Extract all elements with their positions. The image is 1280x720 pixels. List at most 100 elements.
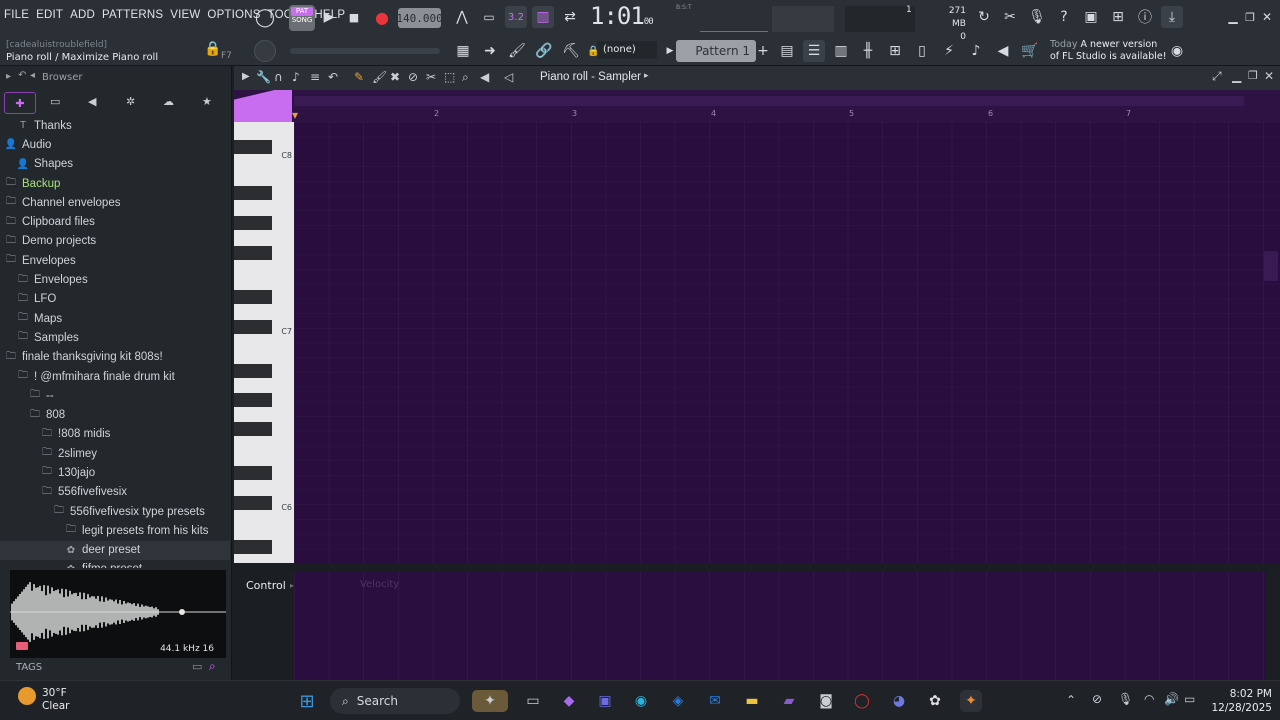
delete-tool-icon[interactable]: ✖	[390, 70, 400, 84]
browser-item[interactable]: 👤 Shapes	[0, 155, 230, 174]
menu-add[interactable]: ADD	[70, 9, 95, 21]
browser-item[interactable]: 🗀 Clipboard files	[0, 212, 230, 231]
info-icon[interactable]: ⓘ	[1134, 6, 1156, 28]
file-explorer-icon[interactable]: ▬	[741, 690, 763, 712]
plugin-picker-icon[interactable]: ╫	[857, 40, 879, 62]
channel-rack-icon[interactable]: ☰	[803, 40, 825, 62]
step-edit-icon[interactable]: 3.2	[505, 6, 527, 28]
stamp-icon[interactable]: ⛏	[560, 40, 582, 62]
browser-item[interactable]: ✿ fifme preset	[0, 560, 230, 568]
browser-item[interactable]: 🗀 ! @mfmihara finale drum kit	[0, 367, 230, 386]
browser-item[interactable]: 🗀 2slimey	[0, 444, 230, 463]
mail-icon[interactable]: ✉	[704, 690, 726, 712]
browser-plugins-tab[interactable]: ✲	[126, 95, 135, 108]
browser-item[interactable]: 🗀 Backup	[0, 174, 230, 193]
black-key[interactable]	[234, 290, 272, 304]
pr-note-icon[interactable]: ♪	[292, 70, 300, 84]
browser-item[interactable]: 🗀 Maps	[0, 309, 230, 328]
browser-item[interactable]: 🗀 130jajo	[0, 463, 230, 482]
mute-tool-icon[interactable]: ⊘	[408, 70, 418, 84]
discord-icon[interactable]: ◕	[888, 690, 910, 712]
weather-icon[interactable]	[18, 687, 36, 705]
add-pattern-icon[interactable]: +	[752, 40, 774, 62]
menu-file[interactable]: FILE	[4, 9, 29, 21]
mixer-icon[interactable]: ▥	[830, 40, 852, 62]
master-volume-knob[interactable]	[254, 40, 276, 62]
battery-icon[interactable]: ▭	[1184, 692, 1195, 706]
black-key[interactable]	[234, 466, 272, 480]
rewind-icon[interactable]: ◀	[992, 40, 1014, 62]
loop-record-icon[interactable]: ⇄	[559, 6, 581, 28]
tags-folder-icon[interactable]: ▭	[192, 660, 202, 673]
song-position[interactable]: 1:0100	[590, 2, 690, 34]
menu-patterns[interactable]: PATTERNS	[102, 9, 163, 21]
help-icon[interactable]: ?	[1053, 6, 1075, 28]
browser-item[interactable]: 🗀 Envelopes	[0, 270, 230, 289]
tempo-tapper-icon[interactable]: ♪	[965, 40, 987, 62]
black-key[interactable]	[234, 140, 272, 154]
metronome-icon[interactable]: ⋀	[451, 6, 473, 28]
clipchamp-icon[interactable]: ▰	[778, 690, 800, 712]
pattern-selector[interactable]: Pattern 1	[676, 40, 756, 62]
windows-start-icon[interactable]: ⊞	[296, 690, 318, 712]
browser-item[interactable]: 🗀 808	[0, 405, 230, 424]
pat-song-toggle[interactable]: PAT SONG	[289, 5, 315, 31]
browser-item[interactable]: 🗀 Channel envelopes	[0, 193, 230, 212]
browser-item[interactable]: 🗀 Demo projects	[0, 232, 230, 251]
note-grid[interactable]	[294, 122, 1280, 563]
velocity-lane[interactable]: Velocity	[294, 571, 1266, 680]
browser-favorites-tab[interactable]: ★	[202, 95, 212, 108]
master-pitch-slider[interactable]	[290, 48, 440, 54]
select-icon[interactable]: ⬚	[444, 70, 455, 84]
tempo-display[interactable]: 140.000	[396, 8, 443, 28]
playback-icon[interactable]: ◀	[480, 70, 489, 84]
copilot-widget-icon[interactable]: ✦	[472, 690, 508, 712]
fl-studio-icon[interactable]: ✦	[960, 690, 982, 712]
volume-icon[interactable]: 🔊	[1164, 692, 1179, 706]
chatgpt-icon[interactable]: ✿	[924, 690, 946, 712]
task-view-icon[interactable]: ▭	[522, 690, 544, 712]
browser-menu-icon[interactable]: ◂	[30, 70, 35, 81]
paint-icon[interactable]: 🖌	[372, 70, 387, 84]
control-label[interactable]: Control	[246, 579, 286, 592]
black-key[interactable]	[234, 320, 272, 334]
shop-icon[interactable]: 🛒	[1019, 40, 1041, 62]
browser-item[interactable]: 🗀 LFO	[0, 290, 230, 309]
menu-options[interactable]: OPTIONS	[207, 9, 260, 21]
browser-item[interactable]: 🗀 Samples	[0, 328, 230, 347]
piano-keyboard[interactable]: C8 C7 C6	[234, 122, 294, 563]
hint-knob-icon[interactable]: ◯	[254, 6, 276, 28]
speaker-icon[interactable]: ◁	[504, 70, 513, 84]
time-ruler[interactable]: ▾ 2 3 4 5 6 7	[234, 90, 1280, 122]
opera-icon[interactable]: ◯	[851, 690, 873, 712]
black-key[interactable]	[234, 422, 272, 436]
browser-item[interactable]: 🗀 !808 midis	[0, 425, 230, 444]
pr-menu-icon[interactable]: ≡	[310, 70, 320, 84]
project-icon[interactable]: ▯	[911, 40, 933, 62]
save-icon[interactable]: ▣	[1080, 6, 1102, 28]
camera-icon[interactable]: ◙	[815, 690, 837, 712]
taskbar-clock[interactable]: 8:02 PM 12/28/2025	[1206, 687, 1272, 715]
arrow-right-icon[interactable]: ➜	[479, 40, 501, 62]
browser-toggle-icon[interactable]: ⊞	[884, 40, 906, 62]
tray-mic-icon[interactable]: 🎙	[1118, 692, 1133, 706]
browser-back-icon[interactable]: ↶	[18, 70, 26, 81]
tags-search-icon[interactable]: ⌕	[209, 659, 216, 674]
dropbox-icon[interactable]: ◈	[667, 690, 689, 712]
pr-undo-icon[interactable]: ↶	[328, 70, 338, 84]
edge-icon[interactable]: ◉	[630, 690, 652, 712]
microphone-icon[interactable]: 🎙	[1026, 6, 1048, 28]
browser-item[interactable]: 🗀 556fivefivesix	[0, 483, 230, 502]
cut-icon[interactable]: ✂	[999, 6, 1021, 28]
playlist-icon[interactable]: ▤	[776, 40, 798, 62]
wifi-icon[interactable]: ◠	[1144, 692, 1154, 706]
browser-speaker-tab[interactable]: ◀	[88, 95, 96, 108]
record-icon[interactable]: ●	[371, 6, 393, 28]
copilot-icon[interactable]: ◆	[558, 690, 580, 712]
menu-edit[interactable]: EDIT	[36, 9, 63, 21]
stop-icon[interactable]: ■	[343, 6, 365, 28]
channel-select[interactable]: (none)	[597, 41, 657, 59]
pr-minimize-icon[interactable]: ▁	[1232, 69, 1241, 83]
wait-icon[interactable]: ▭	[478, 6, 500, 28]
weather-widget[interactable]: 30°F Clear	[42, 687, 69, 713]
